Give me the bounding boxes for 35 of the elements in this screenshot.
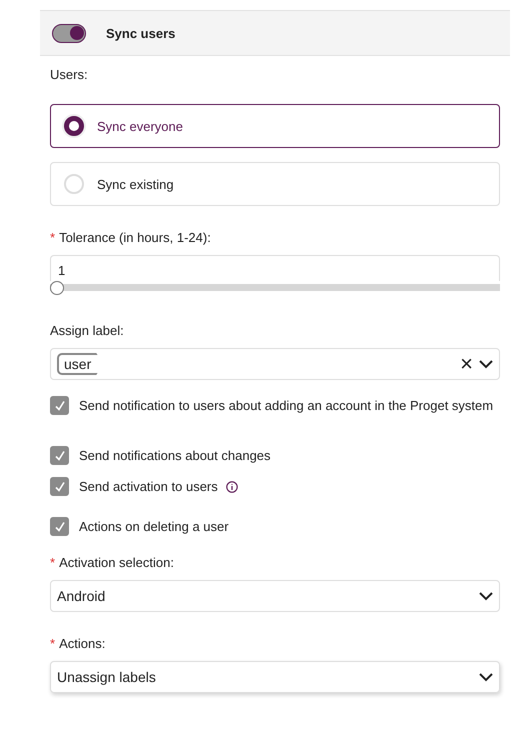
- checkbox-label: Actions on deleting a user: [79, 519, 229, 534]
- field-label: Activation selection:: [59, 555, 174, 570]
- required-mark: *: [50, 555, 56, 570]
- field-label: Actions:: [59, 636, 106, 651]
- checkbox-label: Send notifications about changes: [79, 448, 271, 463]
- checkmark-icon: [54, 520, 66, 532]
- slider-thumb[interactable]: [50, 281, 64, 295]
- checkbox[interactable]: [50, 477, 69, 496]
- checkbox-label: Send activation to users: [79, 479, 218, 494]
- actions-select[interactable]: Unassign labels: [50, 661, 500, 693]
- tolerance-field[interactable]: 1: [50, 255, 500, 281]
- checkbox[interactable]: [50, 396, 69, 415]
- radio-option[interactable]: Sync existing: [50, 162, 500, 206]
- users-label: Users:: [50, 67, 89, 82]
- radio-option[interactable]: Sync everyone: [50, 104, 500, 148]
- info-icon[interactable]: [226, 480, 238, 492]
- clear-button[interactable]: ×: [460, 353, 473, 375]
- checkbox[interactable]: [50, 446, 69, 465]
- chevron-down-icon[interactable]: [479, 672, 493, 682]
- tolerance-slider[interactable]: [50, 281, 500, 295]
- toggle-switch[interactable]: [52, 24, 86, 42]
- checkbox-label: Send notification to users about adding an account in the Proget system: [79, 398, 494, 413]
- field-label: Tolerance (in hours, 1-24):: [59, 230, 211, 245]
- chevron-down-icon[interactable]: [479, 592, 493, 600]
- checkmark-icon: [54, 400, 66, 412]
- checkmark-icon: [54, 480, 66, 492]
- chevron-down-icon[interactable]: [479, 360, 493, 368]
- activation-select[interactable]: Android: [50, 580, 500, 612]
- required-mark: *: [50, 230, 56, 245]
- required-mark: *: [50, 636, 56, 651]
- label-select[interactable]: user ×: [50, 348, 500, 380]
- field-label: Assign label:: [50, 323, 124, 338]
- checkmark-icon: [54, 450, 66, 462]
- section-title: Sync users: [106, 26, 176, 40]
- checkbox[interactable]: [50, 517, 69, 536]
